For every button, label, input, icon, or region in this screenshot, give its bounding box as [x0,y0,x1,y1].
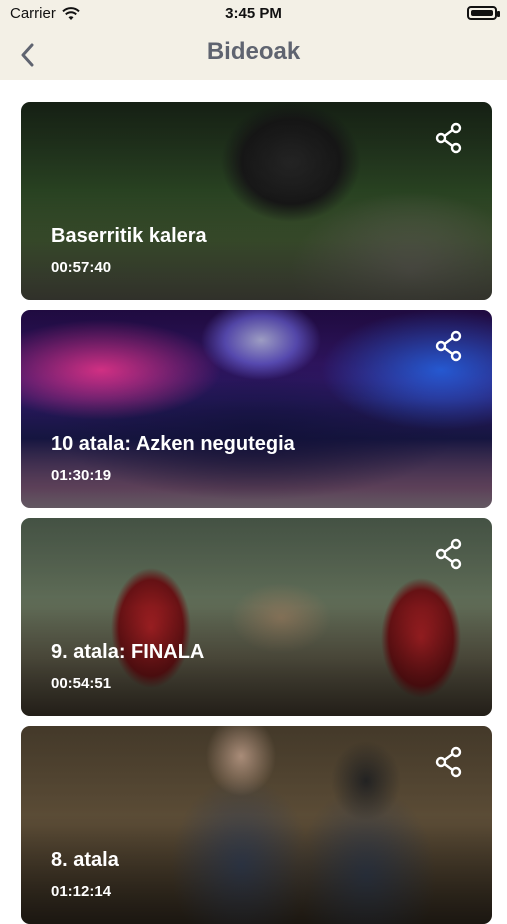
video-title: Baserritik kalera [51,225,207,247]
video-duration: 01:12:14 [51,883,112,900]
share-icon[interactable] [434,746,464,778]
video-card[interactable]: Baserritik kalera 00:57:40 [21,102,492,300]
battery-icon [467,6,500,20]
video-card[interactable]: 9. atala: FINALA 00:54:51 [21,518,492,716]
share-icon[interactable] [434,330,464,362]
video-title: 8. atala [51,849,119,871]
page-title: Bideoak [206,38,301,65]
video-title: 10 atala: Azken negutegia [51,433,295,455]
video-card[interactable]: 10 atala: Azken negutegia 01:30:19 [21,310,492,508]
video-duration: 01:30:19 [51,467,112,484]
video-title: 9. atala: FINALA [51,641,205,663]
video-duration: 00:54:51 [51,675,112,692]
share-icon[interactable] [434,122,464,154]
video-card[interactable]: 8. atala 01:12:14 [21,726,492,924]
navigation-bar: Bideoak [0,28,507,81]
video-list[interactable]: Baserritik kalera 00:57:40 10 atala: Azk… [0,80,507,924]
share-icon[interactable] [434,538,464,570]
status-bar: Carrier 3:45 PM [0,0,507,28]
video-duration: 00:57:40 [51,259,112,276]
status-time: 3:45 PM [225,5,282,22]
